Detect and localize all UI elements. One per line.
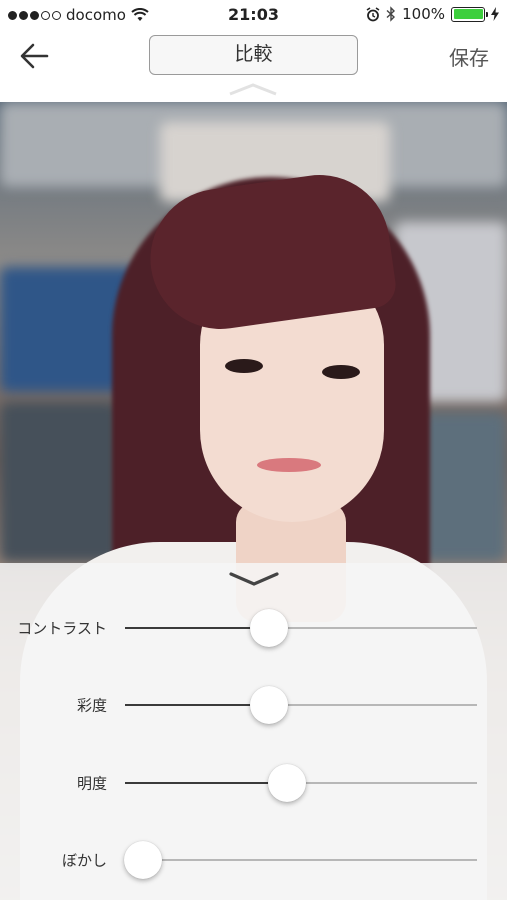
battery-icon [451,6,488,22]
brightness-slider[interactable] [125,764,477,802]
battery-percent: 100% [402,5,445,23]
arrow-left-icon[interactable] [14,40,54,72]
slider-label: コントラスト [17,619,107,638]
slider-thumb[interactable] [267,764,306,802]
saturation-slider[interactable] [125,686,477,724]
blur-slider[interactable] [123,841,477,879]
bluetooth-icon [386,6,396,22]
contrast-slider[interactable] [125,609,477,647]
status-right: 100% [366,5,499,23]
slider-label: 彩度 [76,696,107,715]
slider-fill [125,627,270,629]
nav-bar: 比較 保存 [0,30,507,102]
slider-thumb[interactable] [250,609,289,647]
slider-label: 明度 [76,774,107,793]
slider-row-brightness: 明度 [0,753,507,813]
compare-button[interactable]: 比較 [149,35,358,75]
slider-row-blur: ぼかし [0,830,507,890]
chevron-up-icon[interactable] [226,82,280,96]
slider-row-contrast: コントラスト [0,598,507,658]
slider-label: ぼかし [61,851,107,870]
slider-thumb[interactable] [123,841,162,879]
slider-fill [125,782,287,784]
slider-thumb[interactable] [250,686,289,724]
alarm-icon [366,6,380,21]
save-button[interactable]: 保存 [449,42,489,71]
adjustment-panel: コントラスト 彩度 明度 ぼかし [0,563,507,900]
chevron-down-icon[interactable] [228,571,280,587]
charging-icon [491,7,499,21]
slider-row-saturation: 彩度 [0,675,507,735]
slider-fill [125,704,270,706]
status-bar: docomo 21:03 100% [0,0,507,30]
